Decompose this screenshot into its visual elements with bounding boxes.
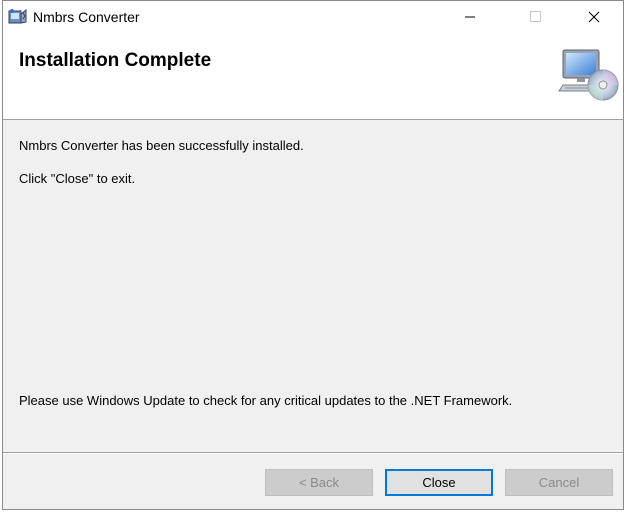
title-bar[interactable]: Nmbrs Converter	[3, 1, 623, 33]
success-message: Nmbrs Converter has been successfully in…	[19, 138, 304, 153]
header-banner: Installation Complete	[3, 33, 623, 120]
cancel-button[interactable]: Cancel	[505, 469, 613, 496]
update-notice: Please use Windows Update to check for a…	[19, 393, 513, 408]
exit-instruction: Click "Close" to exit.	[19, 171, 136, 186]
maximize-button[interactable]	[513, 1, 559, 33]
window-title: Nmbrs Converter	[33, 9, 140, 25]
title-close-button[interactable]	[571, 1, 617, 33]
installer-window: Nmbrs Converter Installation Complete Nm…	[2, 0, 624, 510]
back-button[interactable]: < Back	[265, 469, 373, 496]
close-button[interactable]: Close	[385, 469, 493, 496]
computer-cd-icon	[557, 47, 619, 103]
minimize-button[interactable]	[447, 1, 493, 33]
footer-divider	[3, 452, 623, 454]
page-title: Installation Complete	[19, 50, 212, 71]
installer-icon	[8, 8, 28, 26]
